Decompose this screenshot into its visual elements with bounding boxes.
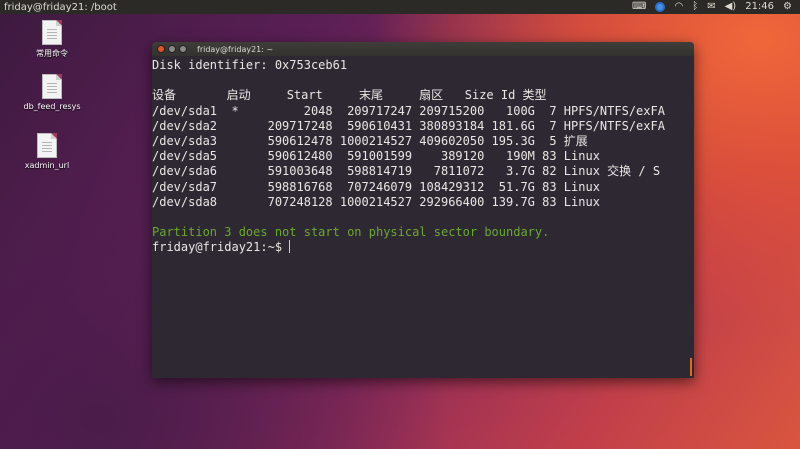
partition-row: /dev/sda2 209717248 590610431 380893184 … bbox=[152, 118, 665, 133]
terminal-window[interactable]: friday@friday21: ~ Disk identifier: 0x75… bbox=[152, 42, 694, 378]
top-panel: friday@friday21: /boot ⌨ ◠ ᛒ ✉ ◀) 21:46 … bbox=[0, 0, 800, 14]
active-window-title: friday@friday21: /boot bbox=[4, 1, 117, 13]
text-file-icon bbox=[42, 20, 62, 45]
mail-icon[interactable]: ✉ bbox=[707, 0, 715, 14]
wifi-icon[interactable]: ◠ bbox=[674, 0, 683, 14]
scrollbar[interactable] bbox=[690, 358, 692, 376]
desktop-icon-label: db_feed_resys bbox=[23, 102, 81, 111]
text-file-icon bbox=[37, 133, 57, 158]
partition-row: /dev/sda6 591003648 598814719 7811072 3.… bbox=[152, 164, 661, 179]
clock[interactable]: 21:46 bbox=[745, 0, 774, 14]
desktop-icon-label: xadmin_url bbox=[24, 161, 70, 170]
partition-row: /dev/sda5 590612480 591001599 389120 190… bbox=[152, 149, 600, 164]
prompt-line[interactable]: friday@friday21:~$ bbox=[152, 240, 665, 255]
close-button[interactable] bbox=[157, 45, 165, 53]
partition-row: /dev/sda3 590612478 1000214527 409602050… bbox=[152, 133, 588, 148]
partition-table-header: 设备 启动 Start 末尾 扇区 Size Id 类型 bbox=[152, 88, 547, 103]
bluetooth-icon[interactable]: ᛒ bbox=[692, 0, 698, 14]
volume-icon[interactable]: ◀) bbox=[725, 0, 737, 14]
terminal-titlebar[interactable]: friday@friday21: ~ bbox=[152, 42, 694, 56]
desktop-icon-label: 常用命令 bbox=[36, 49, 68, 58]
desktop-icon-commands[interactable]: 常用命令 bbox=[17, 20, 87, 59]
partition-row: /dev/sda7 598816768 707246079 108429312 … bbox=[152, 179, 600, 194]
text-file-icon bbox=[42, 74, 62, 99]
terminal-body[interactable]: Disk identifier: 0x753ceb61 设备 启动 Start 末… bbox=[152, 56, 694, 378]
system-tray: ⌨ ◠ ᛒ ✉ ◀) 21:46 ⚙ bbox=[632, 0, 792, 14]
chrome-icon[interactable] bbox=[655, 2, 666, 12]
desktop-icon-db-feed-resys[interactable]: db_feed_resys bbox=[17, 74, 87, 111]
partition-row: /dev/sda1 * 2048 209717247 209715200 100… bbox=[152, 103, 665, 118]
minimize-button[interactable] bbox=[168, 45, 176, 53]
power-icon[interactable]: ⚙ bbox=[783, 0, 792, 14]
partition-row: /dev/sda8 707248128 1000214527 292966400… bbox=[152, 194, 600, 209]
keyboard-icon[interactable]: ⌨ bbox=[632, 0, 646, 14]
desktop-icon-xadmin-url[interactable]: xadmin_url bbox=[12, 133, 82, 170]
sector-warning: Partition 3 does not start on physical s… bbox=[152, 225, 550, 240]
text-cursor bbox=[289, 240, 291, 254]
disk-identifier-line: Disk identifier: 0x753ceb61 bbox=[152, 58, 348, 72]
shell-prompt: friday@friday21:~$ bbox=[152, 240, 290, 255]
terminal-output: Disk identifier: 0x753ceb61 设备 启动 Start 末… bbox=[152, 58, 665, 255]
terminal-title: friday@friday21: ~ bbox=[197, 44, 274, 54]
maximize-button[interactable] bbox=[179, 45, 187, 53]
